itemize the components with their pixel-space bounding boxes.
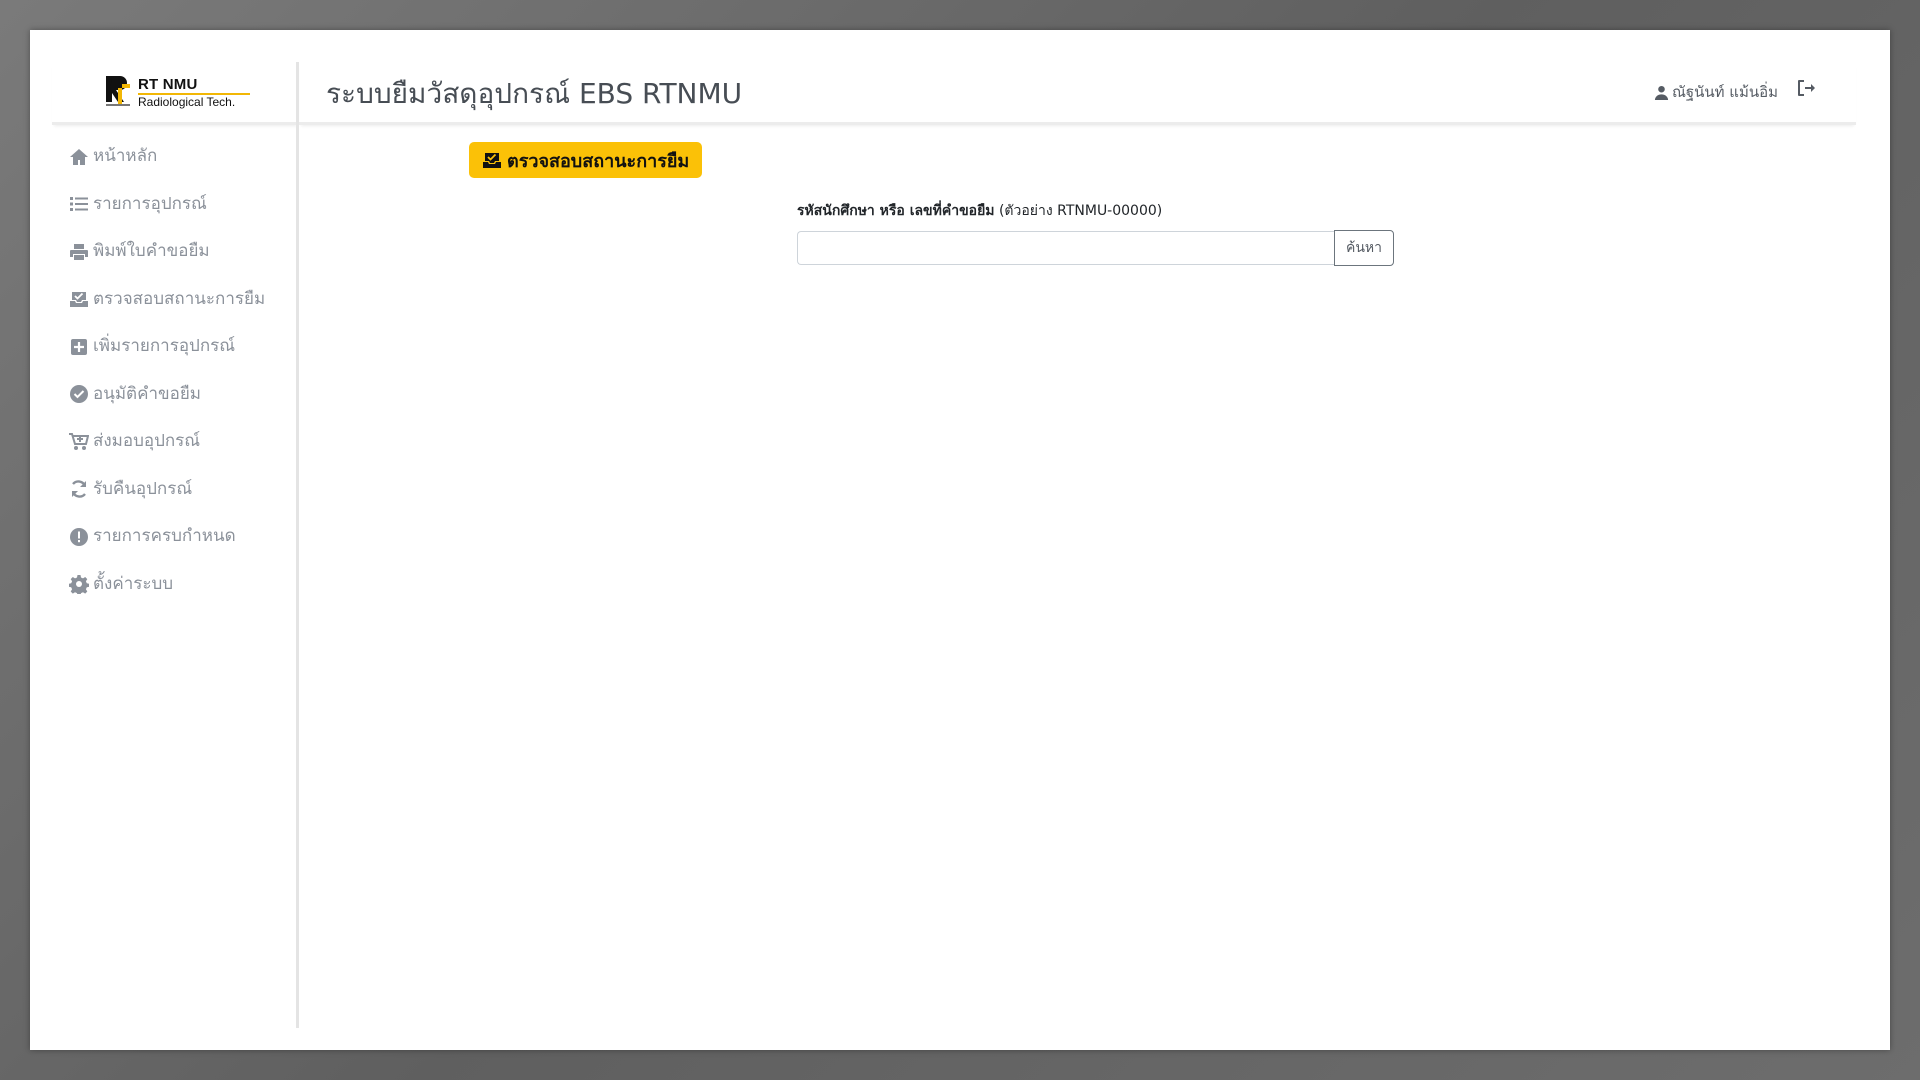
- sidebar-item-label: รับคืนอุปกรณ์: [93, 478, 193, 499]
- sidebar-item-deliver-equipment[interactable]: ส่งมอบอุปกรณ์: [68, 428, 288, 454]
- search-label-hint: (ตัวอย่าง RTNMU-00000): [998, 203, 1163, 219]
- sidebar-item-label: เพิ่มรายการอุปกรณ์: [93, 336, 236, 356]
- sidebar-item-label: พิมพ์ใบคำขอยืม: [93, 241, 210, 261]
- exclamation-circle-icon: [68, 526, 89, 547]
- page-title: ระบบยืมวัสดุอุปกรณ์ EBS RTNMU: [326, 77, 743, 110]
- sidebar-item-settings[interactable]: ตั้งค่าระบบ: [68, 571, 288, 597]
- logout-button[interactable]: [1796, 78, 1818, 100]
- printer-icon: [68, 241, 89, 262]
- sidebar-item-equipment-list[interactable]: รายการอุปกรณ์: [68, 191, 288, 217]
- sidebar-item-label: รายการอุปกรณ์: [93, 193, 207, 214]
- sidebar-item-print-request[interactable]: พิมพ์ใบคำขอยืม: [68, 238, 288, 264]
- search-label: รหัสนักศึกษา หรือ เลขที่คำขอยืม (ตัวอย่า…: [797, 200, 1162, 222]
- section-title-badge: ตรวจสอบสถานะการยืม: [469, 142, 703, 178]
- logo-title: RT NMU: [138, 76, 198, 93]
- home-icon: [68, 146, 89, 167]
- sync-icon: [68, 479, 89, 500]
- inbox-check-icon: [68, 289, 89, 310]
- sidebar-item-home[interactable]: หน้าหลัก: [68, 143, 288, 169]
- sidebar-item-label: หน้าหลัก: [93, 146, 158, 166]
- app-window: RT NMU Radiological Tech. หน้าหลัก รายกา…: [30, 30, 1890, 1050]
- gear-icon: [68, 574, 89, 595]
- logo-subtitle: Radiological Tech.: [138, 95, 236, 109]
- logo-mark-icon: [106, 76, 130, 106]
- search-input[interactable]: [797, 231, 1334, 265]
- sidebar-item-label: ส่งมอบอุปกรณ์: [93, 431, 201, 451]
- sidebar-item-label: ตรวจสอบสถานะการยืม: [93, 288, 266, 309]
- sidebar-divider: [296, 62, 299, 1028]
- inbox-check-icon: [483, 153, 501, 168]
- sidebar-item-label: อนุมัติคำขอยืม: [93, 383, 201, 404]
- section-title: ตรวจสอบสถานะการยืม: [507, 150, 690, 172]
- search-label-main: รหัสนักศึกษา หรือ เลขที่คำขอยืม: [797, 203, 995, 219]
- search-group: ค้นหา: [797, 230, 1394, 266]
- plus-square-icon: [68, 336, 89, 357]
- list-icon: [68, 194, 89, 215]
- sidebar-item-check-status[interactable]: ตรวจสอบสถานะการยืม: [68, 286, 288, 312]
- logo[interactable]: RT NMU Radiological Tech.: [52, 62, 299, 125]
- sidebar-item-add-equipment[interactable]: เพิ่มรายการอุปกรณ์: [68, 333, 288, 359]
- logout-icon: [1798, 80, 1815, 96]
- top-header: ระบบยืมวัสดุอุปกรณ์ EBS RTNMU ณัฐนันท์ แ…: [299, 62, 1856, 125]
- user-menu[interactable]: ณัฐนันท์ แม้นอิ่ม: [1654, 80, 1778, 104]
- user-name: ณัฐนันท์ แม้นอิ่ม: [1671, 83, 1778, 101]
- sidebar-item-label: ตั้งค่าระบบ: [93, 573, 174, 594]
- cart-plus-icon: [68, 431, 89, 452]
- check-circle-icon: [68, 384, 89, 405]
- sidebar-item-return-equipment[interactable]: รับคืนอุปกรณ์: [68, 476, 288, 502]
- sidebar-item-due-items[interactable]: รายการครบกำหนด: [68, 523, 288, 549]
- sidebar-nav: หน้าหลัก รายการอุปกรณ์ พิมพ์ใบคำขอยืม ตร…: [68, 143, 288, 618]
- search-button[interactable]: ค้นหา: [1334, 230, 1394, 266]
- user-icon: [1654, 85, 1668, 100]
- sidebar: RT NMU Radiological Tech. หน้าหลัก รายกา…: [30, 30, 299, 1050]
- sidebar-item-approve-request[interactable]: อนุมัติคำขอยืม: [68, 381, 288, 407]
- sidebar-item-label: รายการครบกำหนด: [93, 526, 236, 546]
